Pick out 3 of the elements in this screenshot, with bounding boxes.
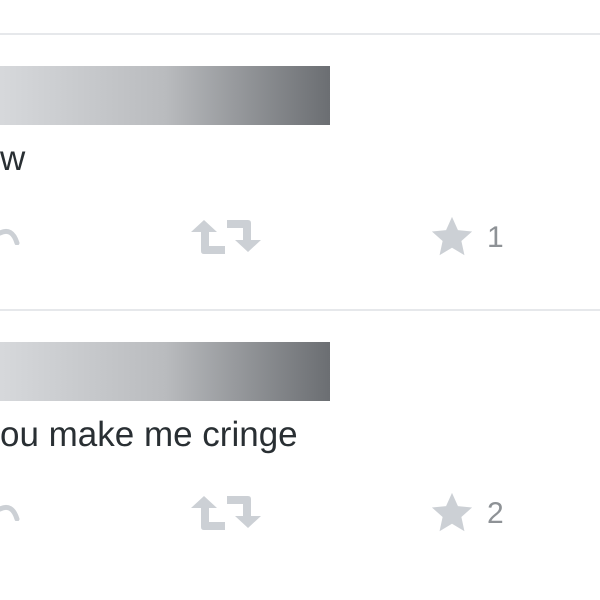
favorite-button[interactable]: 1	[427, 215, 504, 259]
favorite-button[interactable]: 2	[427, 491, 504, 535]
tweet-text: ou make me cringe	[0, 414, 298, 456]
